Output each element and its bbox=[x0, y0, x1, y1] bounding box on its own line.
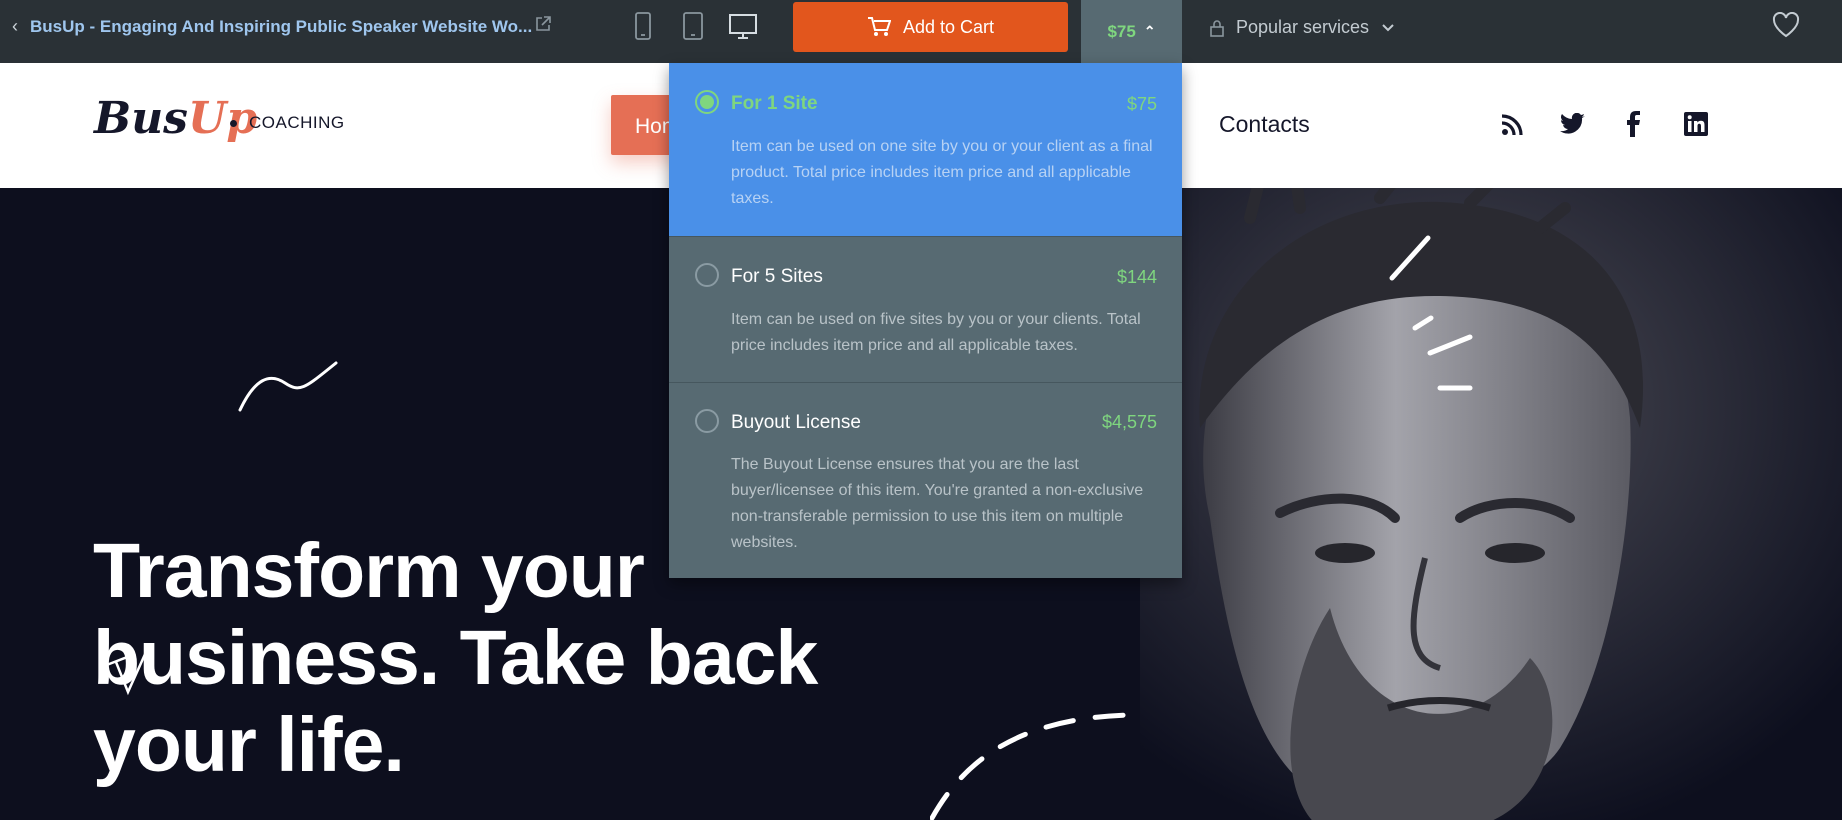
option-description: The Buyout License ensures that you are … bbox=[731, 456, 1144, 551]
add-to-cart-label: Add to Cart bbox=[902, 16, 995, 37]
popular-services-label: Popular services bbox=[1236, 17, 1370, 37]
license-dropdown: For 1 Site $75 Item can be used on one s… bbox=[669, 63, 1182, 578]
option-name: For 1 Site bbox=[731, 93, 818, 114]
nav-contacts[interactable]: Contacts bbox=[1219, 111, 1310, 138]
radio-unselected[interactable] bbox=[695, 409, 719, 433]
radio-selected[interactable] bbox=[695, 90, 719, 114]
popular-services-menu[interactable]: Popular services bbox=[1210, 17, 1395, 38]
rss-icon[interactable] bbox=[1500, 113, 1524, 137]
chevron-left-icon[interactable]: ‹ bbox=[12, 16, 18, 37]
speaker-portrait bbox=[1140, 188, 1842, 820]
add-to-cart-button[interactable]: Add to Cart bbox=[793, 2, 1068, 52]
option-name: Buyout License bbox=[731, 412, 861, 433]
tablet-icon[interactable] bbox=[682, 12, 704, 40]
facebook-icon[interactable] bbox=[1625, 111, 1641, 137]
chevron-up-icon: ⌃ bbox=[1143, 23, 1156, 39]
license-option-buyout[interactable]: Buyout License $4,575 The Buyout License… bbox=[669, 382, 1182, 578]
top-bar: ‹ BusUp - Engaging And Inspiring Public … bbox=[0, 0, 1842, 63]
option-description: Item can be used on one site by you or y… bbox=[731, 138, 1153, 207]
squiggle-doodle bbox=[238, 361, 338, 412]
external-link-icon[interactable] bbox=[534, 15, 552, 33]
license-option-1-site[interactable]: For 1 Site $75 Item can be used on one s… bbox=[669, 63, 1182, 236]
logo-up: Up bbox=[187, 93, 258, 144]
logo-dot bbox=[230, 120, 237, 127]
option-price: $144 bbox=[1116, 267, 1157, 287]
hero-line-2: business. Take back bbox=[93, 615, 818, 701]
logo-subtitle: COACHING bbox=[249, 113, 345, 132]
price-value: $75 bbox=[1107, 21, 1136, 41]
price-selector[interactable]: $75 ⌃ bbox=[1081, 0, 1182, 63]
twitter-icon[interactable] bbox=[1560, 113, 1586, 135]
option-name: For 5 Sites bbox=[731, 266, 823, 287]
chevron-down-icon bbox=[1382, 23, 1394, 31]
radio-unselected[interactable] bbox=[695, 263, 719, 287]
license-option-5-sites[interactable]: For 5 Sites $144 Item can be used on fiv… bbox=[669, 236, 1182, 382]
option-price: $75 bbox=[1126, 94, 1157, 114]
lock-icon bbox=[1210, 19, 1224, 37]
hero-line-3: your life. bbox=[93, 702, 405, 788]
dashed-arc-doodle bbox=[930, 712, 1130, 820]
heart-icon[interactable] bbox=[1772, 12, 1800, 38]
logo-bus: Bus bbox=[94, 93, 188, 144]
cart-icon bbox=[867, 17, 891, 36]
site-logo[interactable]: BusUp bbox=[94, 93, 257, 144]
item-title[interactable]: BusUp - Engaging And Inspiring Public Sp… bbox=[30, 17, 532, 37]
mobile-icon[interactable] bbox=[634, 12, 652, 40]
linkedin-icon[interactable] bbox=[1684, 112, 1708, 136]
option-description: Item can be used on five sites by you or… bbox=[731, 311, 1141, 354]
desktop-icon[interactable] bbox=[728, 13, 758, 41]
option-price: $4,575 bbox=[1101, 412, 1157, 432]
